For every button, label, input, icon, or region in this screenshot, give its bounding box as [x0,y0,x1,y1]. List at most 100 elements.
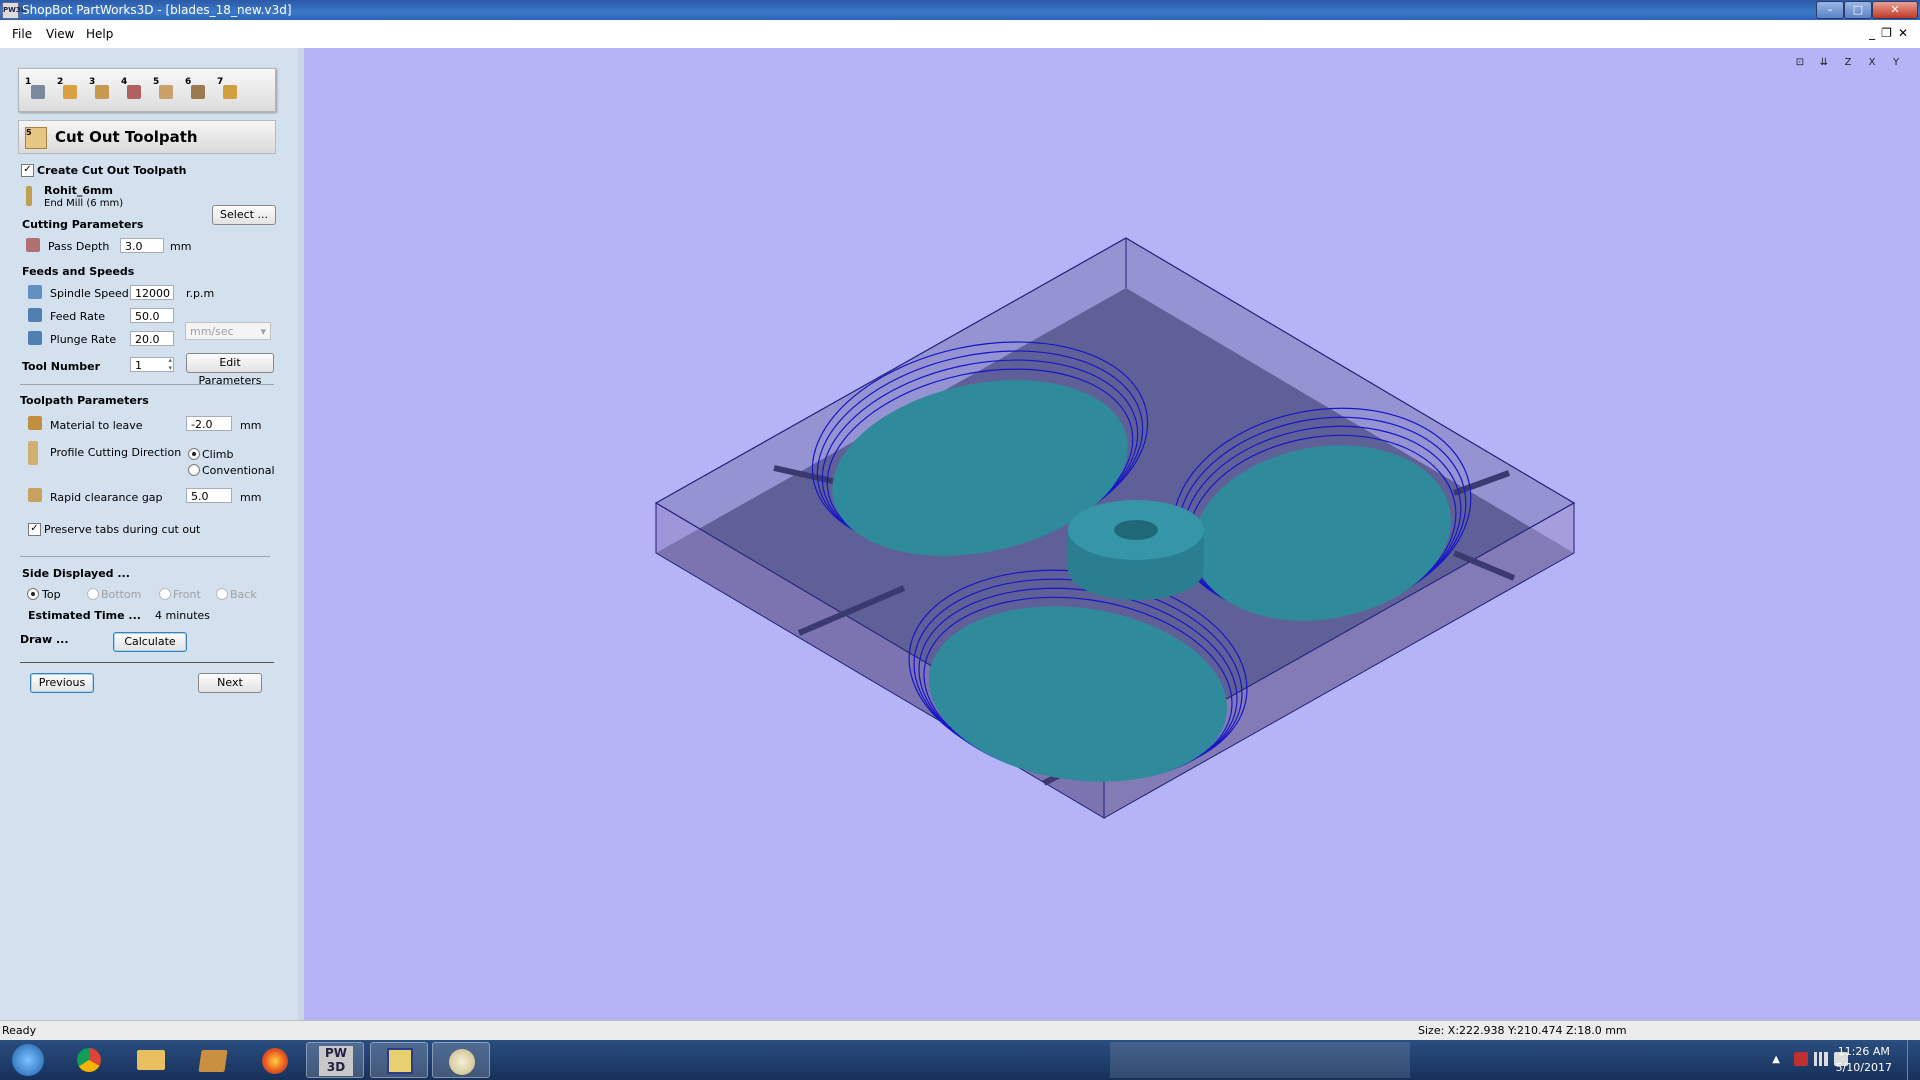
maximize-button[interactable]: □ [1844,1,1872,19]
tool-name: Rohit_6mm [44,184,113,197]
action-center-icon[interactable] [1794,1052,1808,1066]
conventional-label: Conventional [202,464,275,477]
feed-rate-input[interactable]: 50.0 [130,308,174,323]
estimated-time-value: 4 minutes [155,609,211,622]
material-leave-label: Material to leave [50,419,143,432]
doc-minimize-button[interactable]: _ [1869,26,1881,40]
side-top-label: Top [42,588,61,601]
cutout-icon [159,85,173,99]
step-4-button[interactable]: 4 [121,77,149,103]
side-back-radio[interactable] [216,588,228,600]
create-cutout-checkbox[interactable]: ✓ [21,164,34,177]
pass-depth-icon [26,238,40,252]
material-leave-input[interactable]: -2.0 [186,416,232,431]
previous-button[interactable]: Previous [30,673,94,693]
doc-restore-button[interactable]: ❐ [1881,26,1898,40]
tray-arrow-icon[interactable]: ▲ [1772,1054,1780,1065]
climb-label: Climb [202,448,234,461]
preview-icon [191,85,205,99]
hand-icon [63,85,77,99]
feed-rate-icon [28,308,42,322]
pass-depth-label: Pass Depth [48,240,110,253]
save-toolpath-icon [223,85,237,99]
taskbar-chrome[interactable] [60,1042,118,1078]
taskbar-vcarve[interactable] [370,1042,428,1078]
rate-unit-select[interactable]: mm/sec ▾ [185,322,271,340]
conventional-radio[interactable] [188,464,200,476]
app-icon: PW3D [2,2,27,19]
network-icon[interactable] [1814,1052,1828,1066]
calculate-button[interactable]: Calculate [113,632,187,652]
select-tool-button[interactable]: Select ... [212,205,276,225]
3d-viewport[interactable]: ⊡ ⇊ Z X Y [304,48,1920,1020]
material-leave-unit: mm [240,419,262,432]
doc-close-button[interactable]: ✕ [1898,26,1914,40]
step-3-button[interactable]: 3 [89,77,117,103]
spinner-arrows-icon[interactable]: ▴ ▾ [168,356,172,372]
model-size-text: Size: X:222.938 Y:210.474 Z:18.0 mm [1418,1024,1627,1037]
title-bar: PW3D ShopBot PartWorks3D - [blades_18_ne… [0,0,1920,20]
finishing-icon [127,85,141,99]
app-folder-icon [198,1050,228,1072]
step-1-button[interactable]: 1 [25,77,53,103]
tool-number-input[interactable]: 1 ▴ ▾ [130,356,174,372]
cutting-parameters-heading: Cutting Parameters [22,218,144,231]
create-cutout-label: Create Cut Out Toolpath [37,164,187,177]
spindle-icon [28,285,42,299]
window-title: ShopBot PartWorks3D - [blades_18_new.v3d… [22,3,292,17]
vcarve-icon [387,1048,413,1074]
menu-view[interactable]: View [46,27,74,41]
tool-number-label: Tool Number [22,360,101,373]
taskbar-thumbnail-area [1110,1042,1410,1078]
taskbar-file-app[interactable] [184,1042,242,1078]
rapid-clearance-input[interactable]: 5.0 [186,488,232,503]
start-button[interactable] [2,1042,54,1078]
next-button[interactable]: Next [198,673,262,693]
step-7-button[interactable]: 7 [217,77,245,103]
side-bottom-radio[interactable] [87,588,99,600]
preserve-tabs-checkbox[interactable]: ✓ [28,523,41,536]
menu-help[interactable]: Help [86,27,113,41]
tool-description: End Mill (6 mm) [44,198,124,209]
step-6-button[interactable]: 6 [185,77,213,103]
taskbar-firefox[interactable] [246,1042,304,1078]
spindle-speed-input[interactable]: 12000 [130,285,174,300]
plunge-rate-input[interactable]: 20.0 [130,331,174,346]
partworks3d-icon: PW 3D [319,1046,353,1076]
close-button[interactable]: ✕ [1872,1,1918,19]
pass-depth-unit: mm [170,240,192,253]
minimize-button[interactable]: – [1816,1,1844,19]
menu-file[interactable]: File [12,27,32,41]
profile-direction-label: Profile Cutting Direction [50,446,182,459]
preserve-tabs-label: Preserve tabs during cut out [44,523,201,536]
taskbar: PW 3D ▲ 11:26 AM 5/10/2017 [0,1040,1920,1080]
toolpath-panel: 1 2 3 4 5 6 7 5 Cut Out Toolpath ✓ Creat… [0,48,304,1020]
divider [20,556,270,557]
model-render [654,237,1576,819]
taskbar-partworks3d[interactable]: PW 3D [306,1042,364,1078]
step-5-button[interactable]: 5 [153,77,181,103]
edit-parameters-button[interactable]: Edit Parameters [186,353,274,387]
side-top-radio[interactable] [27,588,39,600]
plunge-rate-icon [28,331,42,345]
clock-time: 11:26 AM [1837,1045,1890,1058]
windows-logo-icon [12,1044,44,1076]
estimated-time-label: Estimated Time ... [28,609,141,622]
side-back-label: Back [230,588,257,601]
taskbar-explorer[interactable] [122,1042,180,1078]
step-toolbar: 1 2 3 4 5 6 7 [18,68,276,112]
pass-depth-input[interactable]: 3.0 [120,238,164,253]
taskbar-paint[interactable] [432,1042,490,1078]
panel-title: Cut Out Toolpath [55,128,198,146]
draw-label: Draw ... [20,633,69,646]
paint-icon [449,1049,475,1075]
rapid-clearance-icon [28,488,42,502]
profile-direction-icon [28,441,38,465]
climb-radio[interactable] [188,448,200,460]
step-2-button[interactable]: 2 [57,77,85,103]
side-front-radio[interactable] [159,588,171,600]
menu-bar: File View Help _❐✕ [0,20,1920,48]
side-displayed-heading: Side Displayed ... [22,567,130,580]
show-desktop-button[interactable] [1907,1040,1920,1080]
clock[interactable]: 11:26 AM 5/10/2017 [1836,1044,1892,1076]
